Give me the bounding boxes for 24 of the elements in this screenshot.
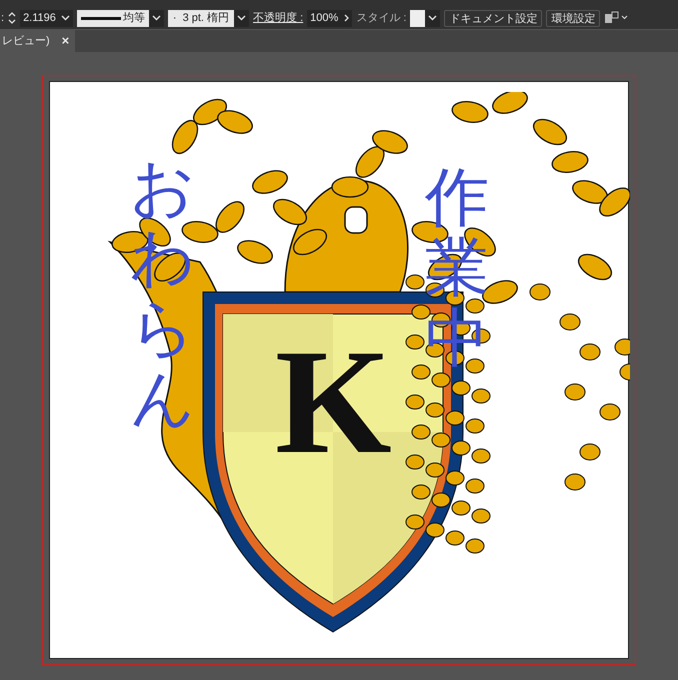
stroke-weight-field[interactable]: 2.1196 <box>20 10 73 26</box>
brush-label: 3 pt. 楕円 <box>182 10 230 26</box>
style-label: スタイル : <box>356 10 406 26</box>
spinner-icon <box>8 11 16 25</box>
close-icon[interactable]: × <box>62 31 74 51</box>
brush-dot: · <box>172 10 177 26</box>
style-swatch-dropdown[interactable] <box>410 10 440 26</box>
brush-dropdown[interactable]: · 3 pt. 楕円 <box>168 10 250 26</box>
dropdown-caret-icon <box>60 15 70 21</box>
chevron-right-icon <box>344 14 350 22</box>
stroke-profile-label: 均等 <box>122 10 145 26</box>
toolbar-button[interactable]: ドキュメント設定 <box>444 10 542 26</box>
toolbar-button[interactable]: 環境設定 <box>546 10 600 26</box>
dropdown-caret-icon <box>428 15 438 21</box>
document-tab[interactable]: レビュー) × <box>0 30 76 52</box>
stroke-label: : <box>1 10 4 26</box>
dropdown-caret-icon <box>152 15 161 21</box>
line-icon <box>80 16 121 20</box>
crest-letter: K <box>275 327 392 477</box>
stroke-profile-dropdown[interactable]: 均等 <box>76 10 164 26</box>
arrange-panels-icon[interactable] <box>604 11 628 25</box>
opacity-label[interactable]: 不透明度 : <box>253 10 304 26</box>
dropdown-caret-icon <box>237 15 246 21</box>
opacity-field[interactable]: 100% <box>307 10 352 26</box>
